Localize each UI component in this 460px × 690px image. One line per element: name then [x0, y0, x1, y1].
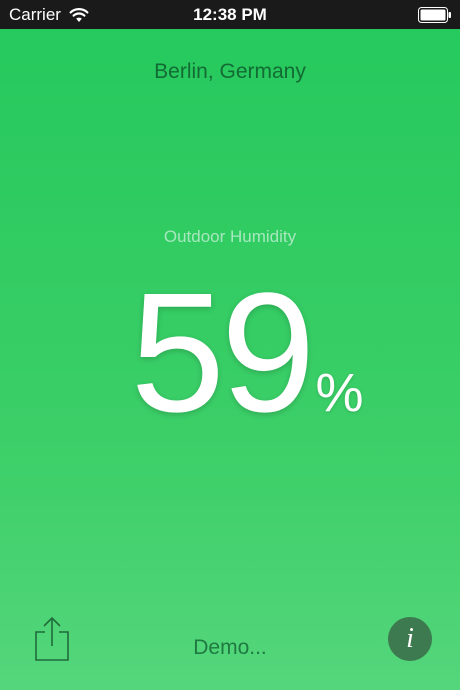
- location-title: Berlin, Germany: [154, 60, 306, 83]
- metric-value: 59: [130, 258, 315, 448]
- info-button[interactable]: i: [388, 617, 432, 661]
- metric-value-display: 59%: [0, 268, 460, 438]
- metric-unit: %: [315, 363, 364, 423]
- status-time: 12:38 PM: [193, 5, 267, 24]
- app-screen: Carrier 12:38 PM Berlin, Germany Outdoor…: [0, 0, 460, 690]
- status-bar: Carrier 12:38 PM: [0, 0, 460, 29]
- info-icon: i: [406, 623, 414, 654]
- battery-icon: [418, 7, 451, 23]
- metric-label: Outdoor Humidity: [163, 227, 297, 246]
